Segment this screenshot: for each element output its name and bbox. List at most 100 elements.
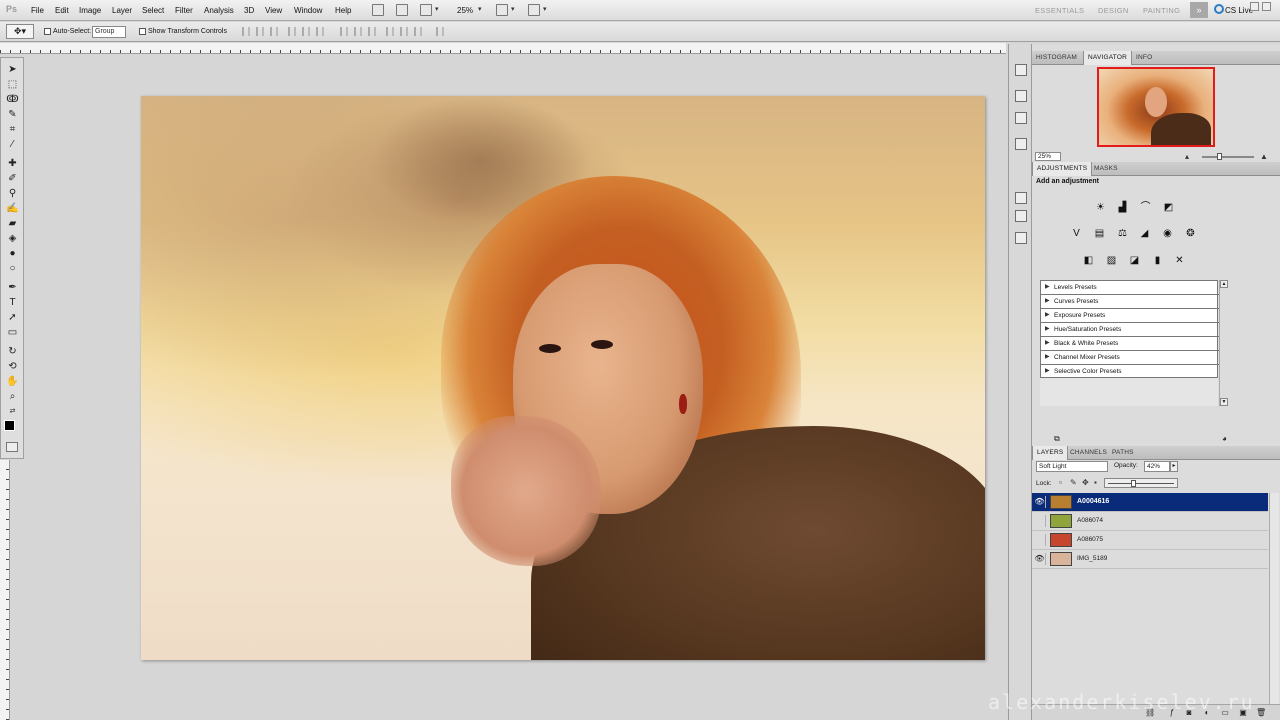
layer-thumbnail[interactable]: [1050, 533, 1072, 547]
align-vcenter-icon[interactable]: [256, 27, 264, 36]
minimize-icon[interactable]: [1250, 2, 1259, 11]
layers-scrollbar[interactable]: [1269, 493, 1279, 720]
menu-filter[interactable]: Filter: [175, 6, 193, 15]
preview-eye-icon[interactable]: ◕: [1222, 434, 1234, 443]
levels-icon[interactable]: ▟: [1116, 201, 1129, 214]
bridge-icon[interactable]: [372, 4, 384, 16]
swap-colors-icon[interactable]: ⇄: [6, 406, 19, 418]
scroll-up-icon[interactable]: ▲: [1220, 280, 1228, 288]
menu-analysis[interactable]: Analysis: [204, 6, 234, 15]
photo-filter-icon[interactable]: ◉: [1161, 227, 1174, 240]
menu-view[interactable]: View: [265, 6, 282, 15]
lock-position-icon[interactable]: ✥: [1082, 479, 1090, 487]
scroll-down-icon[interactable]: ▼: [1220, 398, 1228, 406]
threshold-icon[interactable]: ◪: [1128, 254, 1141, 267]
eye-icon[interactable]: 👁: [1034, 496, 1046, 508]
layer-row[interactable]: 👁 IMG_5189: [1032, 550, 1268, 569]
preset-channel-mixer[interactable]: ▶ Channel Mixer Presets: [1041, 351, 1219, 365]
navigator-zoom-slider[interactable]: [1202, 156, 1254, 158]
rectangle-tool-icon[interactable]: ▭: [6, 327, 19, 339]
menu-file[interactable]: File: [31, 6, 44, 15]
layer-row[interactable]: 👁 A0004616: [1032, 493, 1268, 512]
chevron-down-icon[interactable]: ▾: [543, 5, 547, 13]
workspace-essentials[interactable]: ESSENTIALS: [1035, 6, 1084, 15]
crop-tool-icon[interactable]: ⌗: [6, 124, 19, 136]
type-tool-icon[interactable]: T: [6, 297, 19, 309]
curves-icon[interactable]: ⌒: [1139, 201, 1152, 214]
auto-align-icon[interactable]: [436, 27, 444, 36]
arrange-documents-icon[interactable]: [496, 4, 508, 16]
hand-tool-icon[interactable]: ✋: [6, 376, 19, 388]
vibrance-icon[interactable]: V: [1070, 227, 1083, 240]
preset-black-white[interactable]: ▶ Black & White Presets: [1041, 337, 1219, 351]
tab-info[interactable]: INFO: [1132, 51, 1156, 65]
move-tool-icon[interactable]: ➤: [6, 64, 19, 76]
opacity-field[interactable]: 42%: [1144, 461, 1170, 472]
paint-bucket-tool-icon[interactable]: ◈: [6, 233, 19, 245]
zoom-level[interactable]: 25%: [457, 6, 473, 15]
chevron-down-icon[interactable]: ▾: [435, 5, 439, 13]
more-workspaces-button[interactable]: »: [1190, 2, 1208, 18]
layer-row[interactable]: A086075: [1032, 531, 1268, 550]
blur-tool-icon[interactable]: ●: [6, 248, 19, 260]
clip-to-layer-icon[interactable]: ⧉: [1054, 434, 1066, 443]
navigator-thumbnail[interactable]: [1097, 67, 1215, 147]
brightness-contrast-icon[interactable]: ☀: [1094, 201, 1107, 214]
workspace-design[interactable]: DESIGN: [1098, 6, 1129, 15]
layer-thumbnail[interactable]: [1050, 495, 1072, 509]
invert-icon[interactable]: ◧: [1082, 254, 1095, 267]
layer-name[interactable]: A086075: [1077, 536, 1103, 543]
lock-image-icon[interactable]: ✎: [1070, 479, 1078, 487]
menu-help[interactable]: Help: [335, 6, 351, 15]
align-hcenter-icon[interactable]: [302, 27, 310, 36]
tab-navigator[interactable]: NAVIGATOR: [1083, 51, 1133, 65]
menu-select[interactable]: Select: [142, 6, 164, 15]
menu-layer[interactable]: Layer: [112, 6, 132, 15]
brushes-panel-icon[interactable]: [1015, 138, 1027, 150]
mini-bridge-icon[interactable]: [396, 4, 408, 16]
dodge-tool-icon[interactable]: ○: [6, 263, 19, 275]
lock-all-icon[interactable]: ▪: [1094, 479, 1102, 487]
distribute-vcenter-icon[interactable]: [354, 27, 362, 36]
layer-thumbnail[interactable]: [1050, 552, 1072, 566]
exposure-icon[interactable]: ◩: [1162, 201, 1175, 214]
preset-levels[interactable]: ▶ Levels Presets: [1041, 281, 1219, 295]
vertical-ruler[interactable]: [0, 460, 10, 720]
distribute-top-icon[interactable]: [340, 27, 348, 36]
quick-selection-tool-icon[interactable]: ✎: [6, 109, 19, 121]
opacity-slider-knob[interactable]: [1131, 480, 1136, 487]
tab-paths[interactable]: PATHS: [1108, 446, 1138, 460]
eyedropper-tool-icon[interactable]: ⁄: [6, 139, 19, 151]
auto-select-dropdown[interactable]: Group: [92, 26, 126, 38]
styles-panel-icon[interactable]: [1015, 192, 1027, 204]
distribute-left-icon[interactable]: [386, 27, 394, 36]
quick-mask-icon[interactable]: [6, 442, 18, 452]
chevron-down-icon[interactable]: ▾: [511, 5, 515, 13]
pen-tool-icon[interactable]: ✒: [6, 282, 19, 294]
tab-channels[interactable]: CHANNELS: [1066, 446, 1111, 460]
navigator-zoom-knob[interactable]: [1217, 153, 1222, 160]
3d-orbit-tool-icon[interactable]: ⟲: [6, 361, 19, 373]
eraser-tool-icon[interactable]: ▰: [6, 218, 19, 230]
posterize-icon[interactable]: ▨: [1105, 254, 1118, 267]
navigator-zoom-field[interactable]: 25%: [1035, 152, 1061, 161]
preset-selective-color[interactable]: ▶ Selective Color Presets: [1041, 365, 1219, 379]
layer-thumbnail[interactable]: [1050, 514, 1072, 528]
layer-name[interactable]: A086074: [1077, 517, 1103, 524]
distribute-hcenter-icon[interactable]: [400, 27, 408, 36]
align-bottom-icon[interactable]: [270, 27, 278, 36]
blend-mode-dropdown[interactable]: Soft Light: [1036, 461, 1108, 472]
workspace-painting[interactable]: PAINTING: [1143, 6, 1180, 15]
presets-scrollbar[interactable]: ▲ ▼: [1219, 280, 1228, 406]
distribute-right-icon[interactable]: [414, 27, 422, 36]
eye-icon[interactable]: 👁: [1034, 553, 1046, 565]
color-balance-icon[interactable]: ⚖: [1116, 227, 1129, 240]
menu-image[interactable]: Image: [79, 6, 101, 15]
move-tool-preset-picker[interactable]: ✥▾: [6, 24, 34, 39]
cs-live-button[interactable]: CS Live: [1225, 6, 1253, 15]
show-transform-checkbox[interactable]: [139, 28, 146, 35]
gradient-map-icon[interactable]: ▮: [1151, 254, 1164, 267]
healing-brush-tool-icon[interactable]: ✚: [6, 158, 19, 170]
history-brush-tool-icon[interactable]: ✍: [6, 203, 19, 215]
hidden-eye-slot[interactable]: [1034, 534, 1046, 546]
